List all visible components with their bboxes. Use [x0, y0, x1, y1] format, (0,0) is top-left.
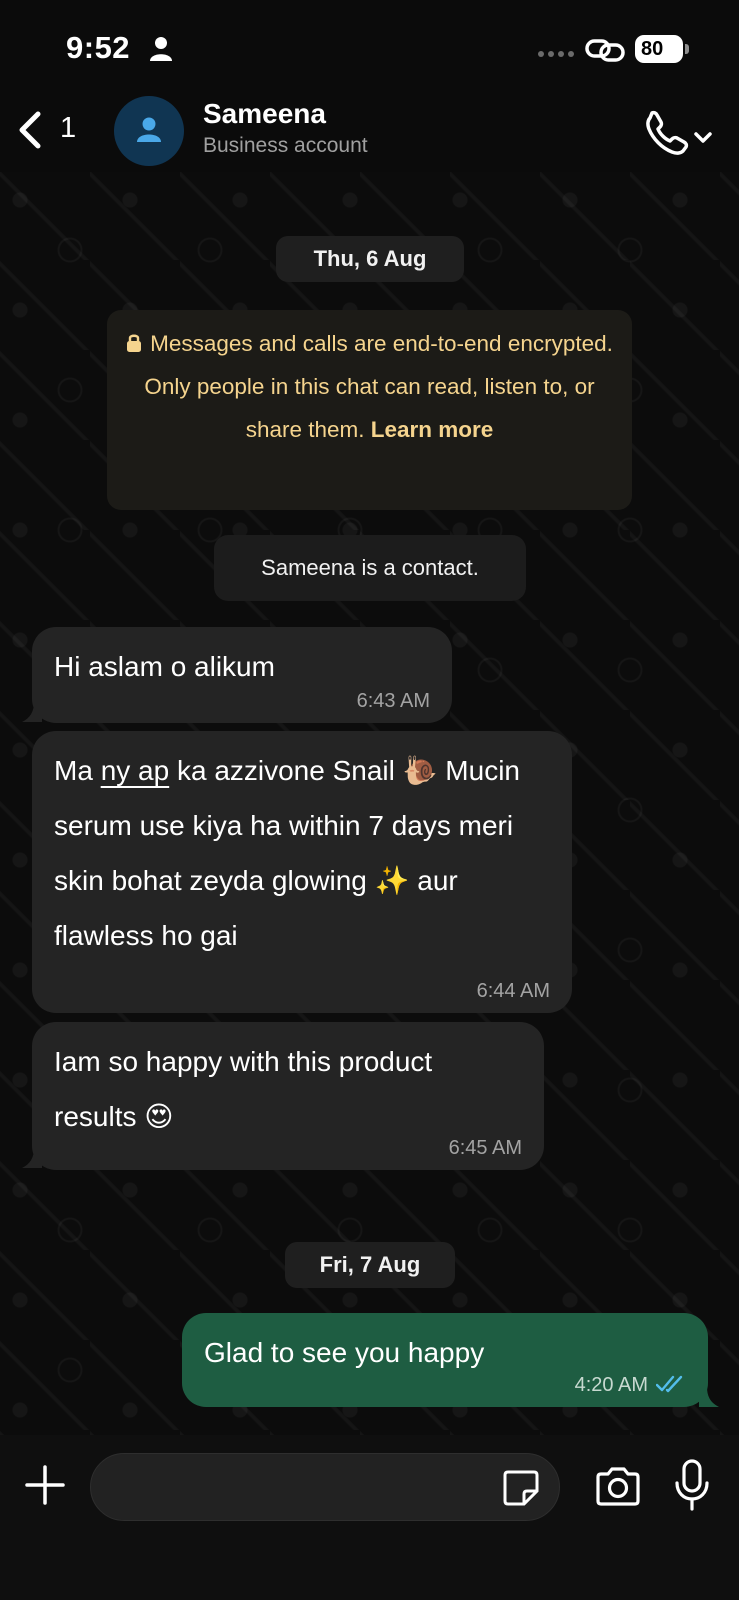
contact-subtitle: Business account [203, 134, 368, 157]
date-separator: Fri, 7 Aug [285, 1242, 455, 1288]
learn-more-link[interactable]: Learn more [371, 417, 494, 442]
date-separator: Thu, 6 Aug [276, 236, 464, 282]
back-chevron-icon[interactable] [14, 110, 46, 150]
plus-icon[interactable] [25, 1465, 65, 1505]
message-text-part: Ma [54, 755, 101, 786]
read-receipt-icon [656, 1375, 683, 1393]
message-text: Glad to see you happy [204, 1337, 485, 1368]
signal-dots-icon [538, 51, 574, 57]
message-bubble-incoming[interactable]: Hi aslam o alikum 6:43 AM [32, 627, 452, 723]
person-avatar-icon [137, 117, 161, 142]
battery-cap [685, 44, 689, 54]
bubble-tail [22, 1148, 42, 1168]
message-input[interactable] [90, 1453, 560, 1521]
message-time: 4:20 AM [574, 1374, 648, 1396]
encryption-notice[interactable]: Messages and calls are end-to-end encryp… [107, 310, 632, 510]
voice-call-button[interactable] [644, 110, 722, 156]
camera-icon[interactable] [594, 1465, 642, 1509]
bubble-tail [699, 1387, 719, 1407]
message-composer [0, 1435, 739, 1600]
contact-notice: Sameena is a contact. [214, 535, 526, 601]
battery-indicator: 80 [635, 35, 683, 63]
message-time: 6:43 AM [356, 690, 430, 712]
message-text: Ma ny ap ka azzivone Snail 🐌 Mucin serum… [54, 743, 550, 963]
avatar[interactable] [114, 96, 184, 166]
person-icon [150, 37, 172, 61]
chat-screen: 9:52 80 1 Sameena Business account Thu, … [0, 0, 739, 1600]
message-text: Hi aslam o alikum [54, 651, 275, 682]
sticker-icon[interactable] [502, 1469, 540, 1507]
status-time: 9:52 [66, 30, 131, 65]
message-text-underlined[interactable]: ny ap [101, 755, 170, 786]
message-time: 6:44 AM [476, 980, 550, 1002]
message-bubble-outgoing[interactable]: Glad to see you happy 4:20 AM [182, 1313, 708, 1407]
microphone-icon[interactable] [674, 1459, 710, 1511]
bubble-tail [22, 702, 42, 722]
lock-icon [127, 334, 142, 352]
message-bubble-incoming[interactable]: Iam so happy with this product results 😍… [32, 1022, 544, 1170]
chat-header: 1 Sameena Business account [0, 92, 739, 172]
unread-count[interactable]: 1 [60, 112, 76, 145]
contact-name[interactable]: Sameena [203, 98, 326, 130]
message-bubble-incoming[interactable]: Ma ny ap ka azzivone Snail 🐌 Mucin serum… [32, 731, 572, 1013]
message-time: 6:45 AM [448, 1137, 522, 1159]
message-text: Iam so happy with this product results 😍 [54, 1046, 433, 1132]
status-bar: 9:52 80 [0, 0, 739, 92]
link-icon [585, 39, 625, 62]
